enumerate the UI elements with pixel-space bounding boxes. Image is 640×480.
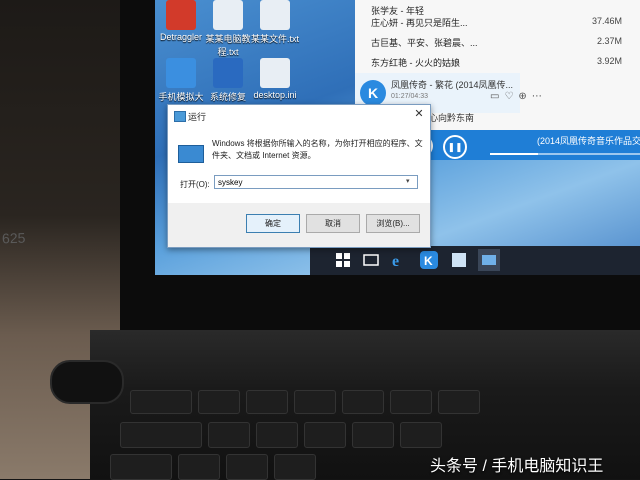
system-repair-icon [213, 58, 243, 88]
desktop-icon-desktop-ini[interactable]: desktop.ini [249, 58, 301, 100]
keyboard-key [226, 454, 268, 480]
edge-browser-icon[interactable]: e [388, 249, 410, 271]
desktop-icon-detraggler[interactable]: Detraggler [155, 0, 207, 42]
text-file-icon [213, 0, 243, 30]
keyboard-key [400, 422, 442, 448]
desktop-icon-system-repair[interactable]: 系统修复 [202, 58, 254, 103]
song-size: 3.92M [596, 56, 622, 66]
keyboard-key [208, 422, 250, 448]
keyboard-key [256, 422, 298, 448]
song-size: 2.37M [596, 36, 622, 46]
open-label: 打开(O): [180, 180, 210, 189]
keyboard-key [352, 422, 394, 448]
run-app-icon [178, 145, 204, 163]
settings-file-icon [260, 58, 290, 88]
song-size: 37.46M [591, 16, 622, 26]
keyboard-key [304, 422, 346, 448]
desktop-icon-label: 某某文件.txt [250, 34, 299, 44]
run-taskbar-icon[interactable] [478, 249, 500, 271]
taskbar: e K [310, 246, 640, 275]
now-playing-time: 01:27/04:33 [391, 93, 428, 100]
usb-cable [50, 360, 124, 404]
now-playing-title: 凤凰传奇 - 繁花 (2014凤凰传... [391, 80, 514, 90]
keyboard-key [178, 454, 220, 480]
lyric-text: (2014凤凰传奇音乐作品交 [537, 136, 640, 146]
windows-start-icon[interactable] [332, 249, 354, 271]
keyboard-key [120, 422, 202, 448]
desktop-icon-text-file[interactable]: 某某电脑教程.txt [202, 0, 254, 58]
text-file-icon [260, 0, 290, 30]
cancel-button[interactable]: 取消 [306, 214, 360, 233]
dialog-description: Windows 将根据你所输入的名称，为你打开相应的程序、文件夹、文档或 Int… [212, 139, 423, 160]
folder-icon[interactable]: ▭ [490, 91, 504, 102]
detraggler-icon [166, 0, 196, 30]
keyboard-key [294, 390, 336, 414]
kugou-taskbar-icon[interactable]: K [418, 249, 440, 271]
laptop-model-text: 625 [1, 229, 26, 247]
run-command-input[interactable]: syskey [214, 175, 418, 189]
desktop-icon-label: Detraggler [159, 32, 203, 42]
desktop-icon-text-file-2[interactable]: 某某文件.txt [249, 0, 301, 45]
keyboard-key [198, 390, 240, 414]
phone-app-icon [166, 58, 196, 88]
dialog-title: 运行 [188, 112, 207, 122]
svg-text:K: K [424, 254, 433, 268]
dialog-titlebar[interactable] [168, 105, 430, 127]
keyboard-key [110, 454, 172, 480]
keyboard-key [130, 390, 192, 414]
close-icon[interactable]: ✕ [412, 107, 426, 120]
desktop-icon-label: desktop.ini [253, 90, 297, 100]
keyboard-key [438, 390, 480, 414]
desktop-icon-label: 某某电脑教程.txt [205, 34, 251, 57]
progress-fill [490, 153, 538, 155]
app-taskbar-icon[interactable] [448, 249, 470, 271]
heart-icon[interactable]: ♡ [504, 91, 518, 102]
keyboard-key [390, 390, 432, 414]
song-title: 东方红艳 - 火火的姑娘 [371, 58, 460, 68]
watermark: 头条号 / 手机电脑知识王 [430, 458, 604, 475]
playlist-row[interactable]: 庄心妍 - 再见只是陌生... 37.46M [365, 12, 630, 32]
run-dialog: 运行 ✕ Windows 将根据你所输入的名称，为你打开相应的程序、文件夹、文档… [167, 104, 431, 248]
chevron-down-icon[interactable]: ▾ [406, 177, 410, 185]
playlist-row[interactable]: 古巨基、平安、张碧晨、... 2.37M [365, 32, 630, 52]
svg-text:e: e [392, 253, 399, 270]
song-title: 庄心妍 - 再见只是陌生... [371, 18, 468, 28]
task-view-icon[interactable] [360, 249, 382, 271]
browse-button[interactable]: 浏览(B)... [366, 214, 420, 233]
pause-button[interactable]: ❚❚ [443, 135, 467, 159]
desktop-icon-label: 系统修复 [209, 92, 246, 102]
keyboard-key [274, 454, 316, 480]
song-title: 古巨基、平安、张碧晨、... [371, 38, 478, 48]
now-playing-actions[interactable]: ▭♡⊕⋯ [490, 91, 547, 102]
kugou-icon: K [360, 80, 386, 106]
progress-track[interactable] [490, 153, 640, 155]
run-icon [174, 111, 186, 122]
ok-button[interactable]: 确定 [246, 214, 300, 233]
playlist-row[interactable]: 东方红艳 - 火火的姑娘 3.92M [365, 52, 630, 72]
more-icon[interactable]: ⋯ [532, 91, 547, 102]
keyboard-key [342, 390, 384, 414]
keyboard-key [246, 390, 288, 414]
add-icon[interactable]: ⊕ [518, 91, 531, 102]
